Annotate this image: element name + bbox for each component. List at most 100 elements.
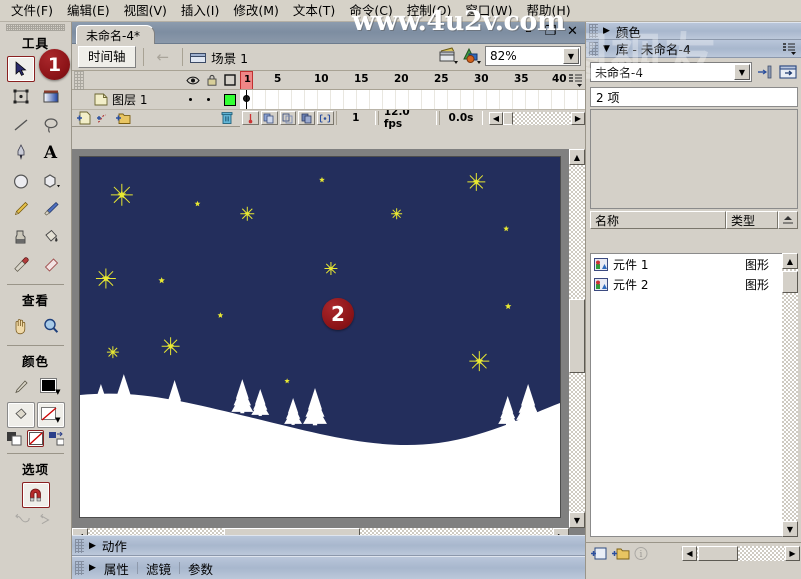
current-frame-field[interactable]: 1 xyxy=(335,111,376,125)
toolbar-grip[interactable] xyxy=(6,24,65,31)
hand-tool[interactable] xyxy=(7,313,35,339)
edit-symbols-button[interactable] xyxy=(462,46,482,66)
document-tab[interactable]: 未命名-4* xyxy=(76,25,155,44)
panel-menu-icon[interactable] xyxy=(782,42,797,56)
straighten-option-button[interactable] xyxy=(39,510,58,527)
onion-skin-button[interactable] xyxy=(260,111,278,125)
list-item[interactable]: 元件 1 图形 xyxy=(591,254,797,274)
modify-onion-markers-button[interactable] xyxy=(317,111,334,125)
color-expand-triangle[interactable]: ▶ xyxy=(603,26,610,36)
menu-insert[interactable]: 插入(I) xyxy=(174,1,226,21)
oval-tool[interactable] xyxy=(7,168,35,194)
timeline-scroll-thumb[interactable] xyxy=(502,111,513,125)
tab-parameters[interactable]: 参数 xyxy=(180,559,221,578)
properties-panel-header[interactable]: ▶ 属性 滤镜 参数 xyxy=(72,556,585,579)
column-name[interactable]: 名称 xyxy=(590,211,726,229)
library-scroll-down[interactable]: ▼ xyxy=(782,521,798,537)
column-type[interactable]: 类型 xyxy=(726,211,778,229)
menu-window[interactable]: 窗口(W) xyxy=(458,1,519,21)
tab-properties[interactable]: 属性 xyxy=(96,559,137,578)
no-color-button[interactable] xyxy=(27,430,44,447)
rectangle-tool[interactable] xyxy=(37,168,65,194)
stage-wrapper[interactable] xyxy=(79,156,561,518)
new-library-panel-button[interactable] xyxy=(778,62,798,82)
menu-edit[interactable]: 编辑(E) xyxy=(60,1,117,21)
layer-color-chip[interactable] xyxy=(224,93,236,106)
text-tool[interactable]: A xyxy=(37,140,65,166)
layer-visibility-dot[interactable] xyxy=(189,98,192,101)
list-item[interactable]: 元件 2 图形 xyxy=(591,274,797,294)
layer-lock-dot[interactable] xyxy=(207,98,210,101)
stage[interactable] xyxy=(80,157,560,517)
paint-bucket-tool[interactable] xyxy=(37,224,65,250)
ink-bottle-tool[interactable] xyxy=(7,224,35,250)
playhead-marker[interactable]: 1 xyxy=(240,71,253,89)
fill-color-swatch[interactable]: ▼ xyxy=(36,402,65,428)
edit-multiple-frames-button[interactable] xyxy=(298,111,316,125)
scroll-down-button[interactable]: ▼ xyxy=(569,512,585,528)
timeline-grip[interactable] xyxy=(74,70,84,90)
back-arrow-button[interactable]: ← xyxy=(151,48,176,66)
lasso-tool[interactable] xyxy=(37,112,65,138)
pin-library-button[interactable] xyxy=(755,62,775,82)
menu-help[interactable]: 帮助(H) xyxy=(520,1,578,21)
column-sort-toggle[interactable] xyxy=(778,211,798,229)
swap-colors-button[interactable] xyxy=(48,430,65,447)
close-button[interactable]: ✕ xyxy=(566,25,579,38)
menu-file[interactable]: 文件(F) xyxy=(4,1,60,21)
free-transform-tool[interactable] xyxy=(7,84,35,110)
line-tool[interactable] xyxy=(7,112,35,138)
eyedropper-tool[interactable] xyxy=(7,252,35,278)
timeline-scroll-right[interactable]: ▶ xyxy=(570,111,585,125)
actions-panel-grip[interactable] xyxy=(75,538,84,553)
stroke-color-swatch[interactable]: ▼ xyxy=(37,374,65,400)
new-layer-icon[interactable] xyxy=(76,111,93,125)
smooth-option-button[interactable] xyxy=(14,510,33,527)
library-scroll-up[interactable]: ▲ xyxy=(782,253,798,269)
library-panel-header[interactable]: ▼ 库 - 未命名-4 xyxy=(586,40,801,58)
chevron-down-icon[interactable]: ▼ xyxy=(563,48,579,64)
new-folder-icon[interactable] xyxy=(611,546,630,561)
zoom-level-combo[interactable]: 82% ▼ xyxy=(485,46,581,66)
motion-guide-icon[interactable] xyxy=(96,111,112,125)
frames-grid[interactable] xyxy=(240,90,585,110)
actions-expand-triangle[interactable]: ▶ xyxy=(89,541,96,551)
menu-commands[interactable]: 命令(C) xyxy=(342,1,399,21)
pen-tool[interactable] xyxy=(7,140,35,166)
tab-filters[interactable]: 滤镜 xyxy=(138,559,179,578)
properties-expand-triangle[interactable]: ▶ xyxy=(89,563,96,573)
scroll-up-button[interactable]: ▲ xyxy=(569,149,585,165)
menu-text[interactable]: 文本(T) xyxy=(286,1,342,21)
snap-to-objects-button[interactable] xyxy=(21,482,50,508)
edit-scene-button[interactable] xyxy=(439,46,459,66)
center-frame-button[interactable] xyxy=(242,111,259,125)
minimize-button[interactable]: – xyxy=(522,25,535,38)
vertical-scroll-thumb[interactable] xyxy=(569,299,585,373)
restore-button[interactable]: ❐ xyxy=(544,25,557,38)
library-item-list[interactable]: 元件 1 图形 元件 2 图形 xyxy=(590,253,798,537)
library-panel-grip[interactable] xyxy=(589,41,598,56)
library-document-select[interactable]: 未命名-4 ▼ xyxy=(590,62,752,82)
brush-tool[interactable] xyxy=(37,196,65,222)
color-panel-grip[interactable] xyxy=(589,24,598,38)
onion-skin-outlines-button[interactable] xyxy=(279,111,297,125)
zoom-tool[interactable] xyxy=(37,313,65,339)
lock-icon[interactable] xyxy=(207,74,217,86)
new-symbol-icon[interactable] xyxy=(590,546,607,561)
eye-icon[interactable] xyxy=(186,75,200,86)
eraser-tool[interactable] xyxy=(37,252,65,278)
timeline-ruler[interactable]: 1 5 10 15 20 25 30 35 40 xyxy=(240,71,585,90)
library-hscroll-right[interactable]: ▶ xyxy=(785,546,800,561)
canvas-vertical-scrollbar[interactable]: ▲ ▼ xyxy=(569,149,585,528)
library-vertical-scrollbar[interactable]: ▲ ▼ xyxy=(782,253,798,537)
outline-icon[interactable] xyxy=(224,74,236,86)
menu-control[interactable]: 控制(O) xyxy=(400,1,459,21)
color-panel-header[interactable]: ▶ 颜色 xyxy=(586,22,801,40)
chevron-down-icon[interactable]: ▼ xyxy=(734,64,750,80)
pencil-tool[interactable] xyxy=(7,196,35,222)
menu-view[interactable]: 视图(V) xyxy=(117,1,174,21)
properties-icon[interactable]: i xyxy=(634,546,648,561)
actions-panel-header[interactable]: ▶ 动作 xyxy=(72,535,585,556)
library-expand-triangle[interactable]: ▼ xyxy=(603,44,610,54)
library-hscroll-left[interactable]: ◀ xyxy=(682,546,697,561)
